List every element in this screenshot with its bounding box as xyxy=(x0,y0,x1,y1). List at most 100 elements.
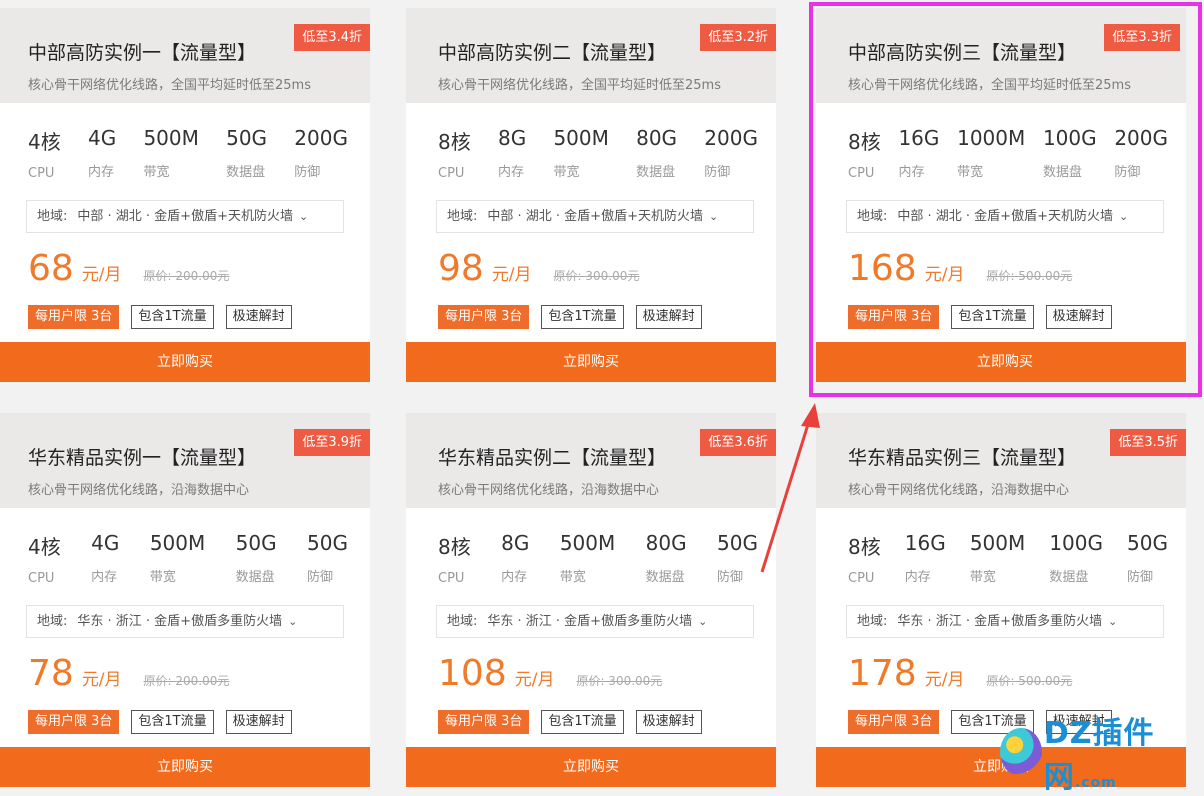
region-select[interactable]: 地域: 中部 · 湖北 · 金盾+傲盾+天机防火墙 ⌄ xyxy=(436,200,754,233)
region-value: 华东 · 浙江 · 金盾+傲盾多重防火墙 xyxy=(77,614,283,629)
tag-row: 每用户限 3台 包含1T流量 极速解封 xyxy=(848,305,1112,329)
card-title: 华东精品实例一【流量型】 xyxy=(28,447,257,469)
limit-tag: 每用户限 3台 xyxy=(28,305,120,329)
card-title: 中部高防实例三【流量型】 xyxy=(848,42,1077,64)
price-row: 108 元/月 原价: 300.00元 xyxy=(438,653,662,701)
price-row: 168 元/月 原价: 500.00元 xyxy=(848,248,1072,296)
unblock-tag: 极速解封 xyxy=(635,710,702,734)
price-unit: 元/月 xyxy=(924,670,965,690)
region-label: 地域: xyxy=(37,209,68,224)
original-price: 原价: 500.00元 xyxy=(986,269,1073,283)
traffic-tag: 包含1T流量 xyxy=(131,710,214,734)
card-header: 华东精品实例一【流量型】 核心骨干网络优化线路，沿海数据中心 低至3.9折 xyxy=(0,413,370,508)
spec-value: 4核 xyxy=(28,130,61,154)
spec-label: 数据盘 xyxy=(1042,165,1082,180)
original-price: 原价: 300.00元 xyxy=(576,674,663,688)
spec-cpu: 8核 CPU xyxy=(438,126,471,186)
spec-label: 防御 xyxy=(294,165,321,180)
card-title: 华东精品实例二【流量型】 xyxy=(438,447,667,469)
chevron-down-icon: ⌄ xyxy=(1108,615,1118,628)
spec-value: 8核 xyxy=(848,535,881,559)
limit-tag: 每用户限 3台 xyxy=(438,305,530,329)
price-unit: 元/月 xyxy=(81,670,122,690)
chevron-down-icon: ⌄ xyxy=(1118,210,1129,223)
discount-badge: 低至3.6折 xyxy=(700,429,776,456)
spec-value: 4G xyxy=(87,126,117,150)
spec-value: 500M xyxy=(143,126,199,150)
buy-button[interactable]: 立即购买 xyxy=(0,747,370,787)
chevron-down-icon: ⌄ xyxy=(288,615,298,628)
spec-disk: 50G 数据盘 xyxy=(226,126,267,186)
region-select[interactable]: 地域: 华东 · 浙江 · 金盾+傲盾多重防火墙 ⌄ xyxy=(436,605,754,638)
spec-value: 8核 xyxy=(438,130,471,154)
spec-row: 4核 CPU 4G 内存 500M 带宽 50G 数据盘 50G 防御 xyxy=(28,531,348,591)
card-header: 中部高防实例三【流量型】 核心骨干网络优化线路，全国平均延时低至25ms 低至3… xyxy=(816,8,1186,103)
discount-badge: 低至3.9折 xyxy=(294,429,370,456)
spec-label: 带宽 xyxy=(553,165,580,180)
spec-cpu: 4核 CPU xyxy=(28,126,61,186)
buy-button[interactable]: 立即购买 xyxy=(406,342,776,382)
card-subtitle: 核心骨干网络优化线路，沿海数据中心 xyxy=(28,483,250,498)
spec-disk: 100G 数据盘 xyxy=(1043,126,1097,186)
spec-defense: 200G 防御 xyxy=(1114,126,1168,186)
spec-label: 内存 xyxy=(91,570,118,585)
region-select[interactable]: 地域: 中部 · 湖北 · 金盾+傲盾+天机防火墙 ⌄ xyxy=(846,200,1164,233)
spec-value: 8G xyxy=(501,531,530,555)
spec-label: CPU xyxy=(438,571,465,586)
spec-label: CPU xyxy=(28,571,55,586)
tag-row: 每用户限 3台 包含1T流量 极速解封 xyxy=(438,710,702,734)
product-card: 中部高防实例一【流量型】 核心骨干网络优化线路，全国平均延时低至25ms 低至3… xyxy=(0,8,370,382)
spec-value: 80G xyxy=(645,531,687,555)
spec-bandwidth: 500M 带宽 xyxy=(560,531,615,591)
region-label: 地域: xyxy=(857,209,888,224)
product-card: 中部高防实例二【流量型】 核心骨干网络优化线路，全国平均延时低至25ms 低至3… xyxy=(406,8,776,382)
spec-label: 防御 xyxy=(1127,570,1154,585)
price-unit: 元/月 xyxy=(924,265,965,285)
watermark-logo-icon xyxy=(1000,728,1042,776)
limit-tag: 每用户限 3台 xyxy=(848,305,940,329)
region-select[interactable]: 地域: 中部 · 湖北 · 金盾+傲盾+天机防火墙 ⌄ xyxy=(26,200,344,233)
buy-button[interactable]: 立即购买 xyxy=(406,747,776,787)
spec-label: 数据盘 xyxy=(1049,570,1089,585)
spec-disk: 80G 数据盘 xyxy=(636,126,677,186)
price: 68 xyxy=(28,248,74,289)
buy-button[interactable]: 立即购买 xyxy=(0,342,370,382)
spec-value: 100G xyxy=(1049,531,1103,555)
spec-defense: 200G 防御 xyxy=(294,126,348,186)
spec-cpu: 8核 CPU xyxy=(438,531,471,591)
limit-tag: 每用户限 3台 xyxy=(848,710,940,734)
card-subtitle: 核心骨干网络优化线路，全国平均延时低至25ms xyxy=(28,78,311,93)
spec-row: 4核 CPU 4G 内存 500M 带宽 50G 数据盘 200G 防御 xyxy=(28,126,348,186)
chevron-down-icon: ⌄ xyxy=(708,210,719,223)
spec-label: 防御 xyxy=(307,570,334,585)
spec-memory: 8G 内存 xyxy=(498,126,526,186)
price: 78 xyxy=(28,653,74,694)
limit-tag: 每用户限 3台 xyxy=(28,710,120,734)
spec-row: 8核 CPU 8G 内存 500M 带宽 80G 数据盘 200G 防御 xyxy=(438,126,758,186)
spec-label: CPU xyxy=(28,166,55,181)
card-title: 华东精品实例三【流量型】 xyxy=(848,447,1077,469)
spec-row: 8核 CPU 16G 内存 500M 带宽 100G 数据盘 50G 防御 xyxy=(848,531,1168,591)
card-header: 中部高防实例一【流量型】 核心骨干网络优化线路，全国平均延时低至25ms 低至3… xyxy=(0,8,370,103)
spec-row: 8核 CPU 8G 内存 500M 带宽 80G 数据盘 50G 防御 xyxy=(438,531,758,591)
spec-value: 50G xyxy=(717,531,758,555)
buy-button[interactable]: 立即购买 xyxy=(816,342,1186,382)
spec-label: CPU xyxy=(438,166,465,181)
spec-value: 500M xyxy=(553,126,609,150)
spec-value: 16G xyxy=(904,531,946,555)
spec-defense: 200G 防御 xyxy=(704,126,758,186)
spec-label: 内存 xyxy=(904,570,931,585)
region-label: 地域: xyxy=(447,614,478,629)
region-value: 中部 · 湖北 · 金盾+傲盾+天机防火墙 xyxy=(897,209,1113,224)
unblock-tag: 极速解封 xyxy=(635,305,702,329)
spec-bandwidth: 500M 带宽 xyxy=(143,126,198,186)
card-header: 华东精品实例三【流量型】 核心骨干网络优化线路，沿海数据中心 低至3.5折 xyxy=(816,413,1186,508)
spec-memory: 16G 内存 xyxy=(905,531,946,591)
region-select[interactable]: 地域: 华东 · 浙江 · 金盾+傲盾多重防火墙 ⌄ xyxy=(846,605,1164,638)
region-select[interactable]: 地域: 华东 · 浙江 · 金盾+傲盾多重防火墙 ⌄ xyxy=(26,605,344,638)
spec-disk: 100G 数据盘 xyxy=(1049,531,1103,591)
spec-value: 200G xyxy=(704,126,758,150)
price: 98 xyxy=(438,248,484,289)
price-unit: 元/月 xyxy=(81,265,122,285)
unblock-tag: 极速解封 xyxy=(1045,305,1112,329)
